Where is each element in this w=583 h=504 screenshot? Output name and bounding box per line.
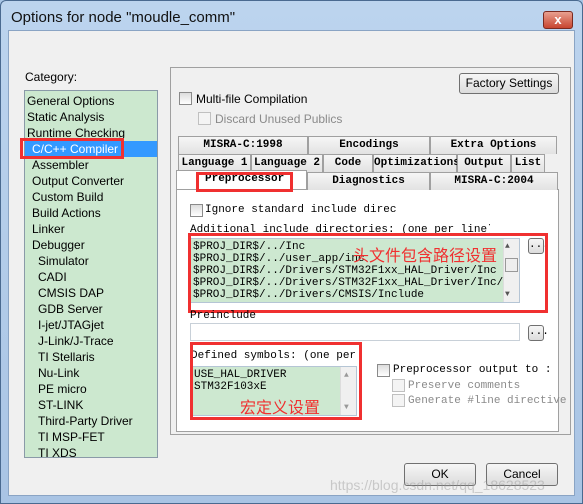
category-item[interactable]: CMSIS DAP bbox=[38, 285, 104, 301]
category-item[interactable]: J-Link/J-Trace bbox=[38, 333, 114, 349]
watermark: https://blog.csdn.net/qq_18628523 bbox=[330, 477, 545, 493]
category-item[interactable]: Third-Party Driver bbox=[38, 413, 133, 429]
ignore-std-label: Ignore standard include direc bbox=[205, 204, 397, 216]
multi-file-label: Multi-file Compilation bbox=[196, 92, 308, 106]
category-item[interactable]: TI XDS bbox=[38, 445, 77, 461]
close-button[interactable]: x bbox=[543, 11, 573, 29]
category-item[interactable]: Nu-Link bbox=[38, 365, 79, 381]
category-item[interactable]: Output Converter bbox=[32, 173, 124, 189]
ignore-std-checkbox[interactable] bbox=[190, 204, 203, 217]
window-title: Options for node "moudle_comm" bbox=[11, 9, 236, 26]
preinclude-browse-button[interactable]: ... bbox=[528, 325, 549, 341]
category-label: Category: bbox=[25, 70, 78, 84]
category-item[interactable]: Linker bbox=[32, 221, 65, 237]
tab-list[interactable]: List bbox=[511, 154, 545, 172]
preinclude-input[interactable] bbox=[190, 323, 520, 341]
tab-diagnostics[interactable]: Diagnostics bbox=[307, 172, 430, 190]
discard-unused-checkbox[interactable] bbox=[198, 112, 211, 125]
tab-optimizations[interactable]: Optimizations bbox=[373, 154, 460, 172]
tab-misra-c-2004[interactable]: MISRA-C:2004 bbox=[430, 172, 558, 190]
tab-encodings[interactable]: Encodings bbox=[308, 136, 430, 154]
category-item[interactable]: GDB Server bbox=[38, 301, 103, 317]
category-item[interactable]: ST-LINK bbox=[38, 397, 83, 413]
category-item[interactable]: Custom Build bbox=[32, 189, 103, 205]
category-item[interactable]: General Options bbox=[27, 93, 114, 109]
category-item[interactable]: I-jet/JTAGjet bbox=[38, 317, 104, 333]
preserve-comments-checkbox[interactable] bbox=[392, 379, 405, 392]
multi-file-checkbox[interactable] bbox=[179, 92, 192, 105]
include-highlight bbox=[188, 233, 548, 313]
category-item[interactable]: Simulator bbox=[38, 253, 89, 269]
category-highlight bbox=[20, 138, 124, 159]
category-item[interactable]: PE micro bbox=[38, 381, 87, 397]
category-item[interactable]: TI MSP-FET bbox=[38, 429, 105, 445]
generate-line-checkbox[interactable] bbox=[392, 394, 405, 407]
generate-line-label: Generate #line directive bbox=[408, 395, 567, 407]
pp-output-checkbox[interactable] bbox=[377, 364, 390, 377]
category-item[interactable]: Assembler bbox=[32, 157, 89, 173]
tab-highlight bbox=[196, 172, 293, 192]
factory-settings-button[interactable]: Factory Settings bbox=[459, 73, 559, 94]
preinclude-label: Preinclude bbox=[190, 310, 257, 319]
tab-output[interactable]: Output bbox=[457, 154, 511, 172]
category-item[interactable]: TI Stellaris bbox=[38, 349, 95, 365]
tab-misra-c-1998[interactable]: MISRA-C:1998 bbox=[178, 136, 308, 154]
defined-highlight bbox=[190, 342, 362, 420]
discard-unused-label: Discard Unused Publics bbox=[215, 112, 343, 126]
category-item[interactable]: Static Analysis bbox=[27, 109, 104, 125]
preserve-comments-label: Preserve comments bbox=[408, 380, 521, 392]
tab-extra-options[interactable]: Extra Options bbox=[430, 136, 557, 154]
tab-code[interactable]: Code bbox=[323, 154, 373, 172]
pp-output-label: Preprocessor output to : bbox=[393, 364, 552, 376]
category-item[interactable]: CADI bbox=[38, 269, 67, 285]
category-item[interactable]: Debugger bbox=[32, 237, 85, 253]
category-item[interactable]: Build Actions bbox=[32, 205, 101, 221]
